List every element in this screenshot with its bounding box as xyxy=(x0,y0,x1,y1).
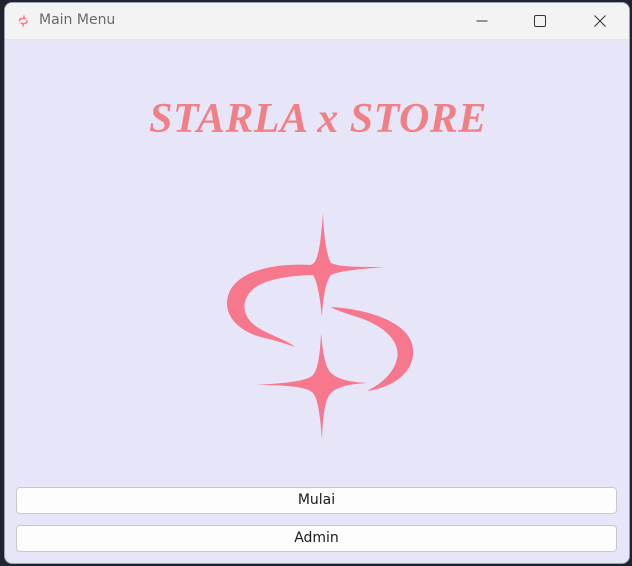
close-button[interactable] xyxy=(571,3,629,39)
main-menu-window: Main Menu STARLA x STORE Mulai Admin xyxy=(4,2,630,564)
app-icon xyxy=(15,13,31,29)
close-icon xyxy=(594,15,606,27)
title-bar[interactable]: Main Menu xyxy=(5,3,629,39)
minimize-button[interactable] xyxy=(453,3,511,39)
admin-button[interactable]: Admin xyxy=(16,525,617,552)
start-button[interactable]: Mulai xyxy=(16,487,617,514)
minimize-icon xyxy=(476,20,488,22)
starla-logo-icon xyxy=(219,209,415,441)
store-heading: STARLA x STORE xyxy=(149,96,487,142)
window-title: Main Menu xyxy=(39,12,116,28)
maximize-button[interactable] xyxy=(511,3,569,39)
maximize-icon xyxy=(534,15,546,27)
